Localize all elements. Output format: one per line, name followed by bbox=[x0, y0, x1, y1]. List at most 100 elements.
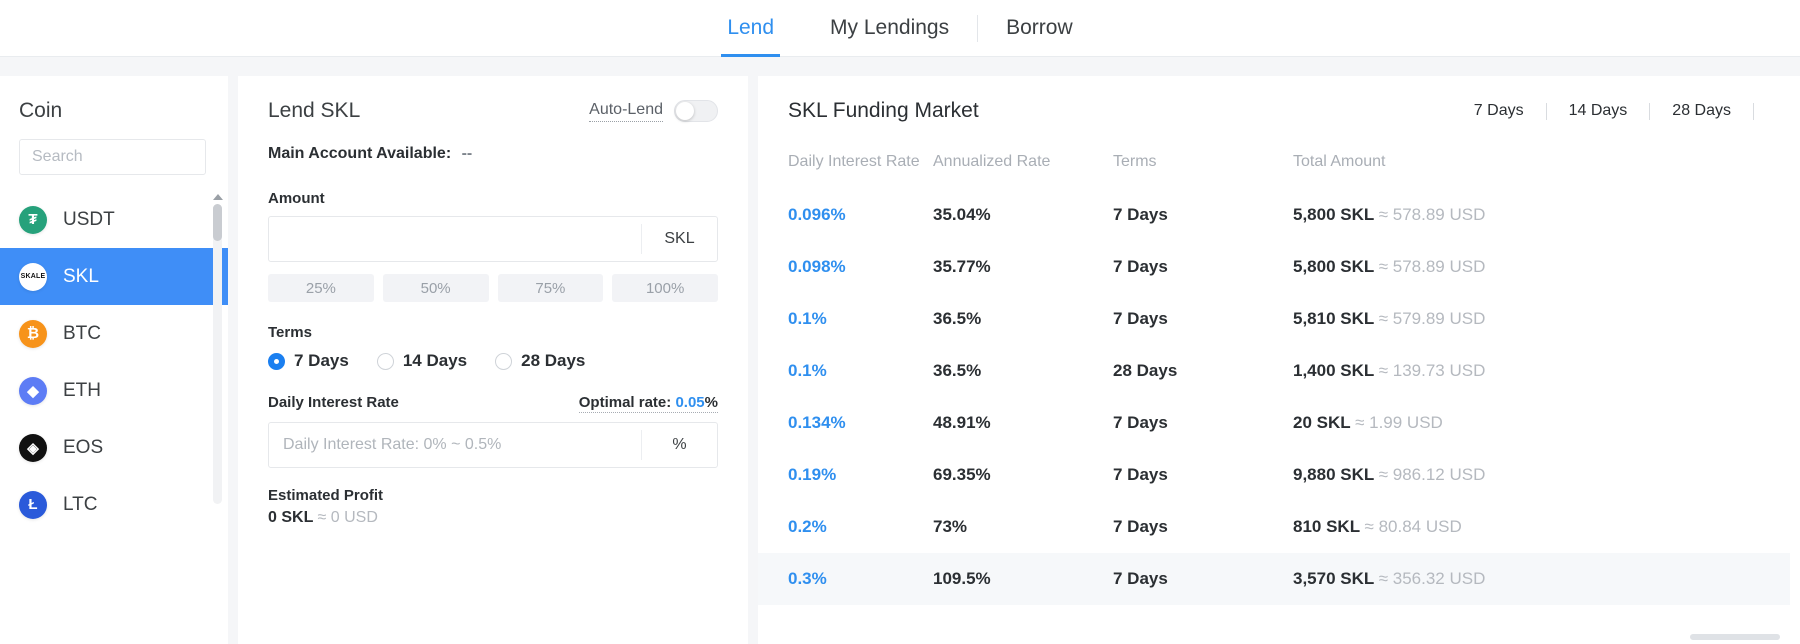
radio-icon[interactable] bbox=[377, 353, 394, 370]
radio-icon[interactable] bbox=[268, 353, 285, 370]
tab-my-lendings-label: My Lendings bbox=[830, 16, 949, 40]
percent-25-button[interactable]: 25% bbox=[268, 274, 374, 302]
tab-borrow[interactable]: Borrow bbox=[978, 0, 1101, 57]
profit-usd: ≈ 0 USD bbox=[318, 509, 378, 526]
column-daily-interest-rate: Daily Interest Rate bbox=[758, 153, 933, 189]
table-row[interactable]: 0.3% 109.5% 7 Days 3,570 SKL ≈ 356.32 US… bbox=[758, 553, 1790, 605]
sidebar-scrollbar[interactable] bbox=[213, 204, 222, 504]
cell-total-amount: 5,800 SKL ≈ 578.89 USD bbox=[1293, 189, 1790, 241]
tab-list: Lend My Lendings Borrow bbox=[699, 0, 1100, 57]
amount-usd: ≈ 579.89 USD bbox=[1379, 309, 1486, 328]
radio-icon[interactable] bbox=[495, 353, 512, 370]
auto-lend-toggle[interactable] bbox=[674, 100, 718, 122]
percent-100-button[interactable]: 100% bbox=[612, 274, 718, 302]
auto-lend-label[interactable]: Auto-Lend bbox=[589, 101, 663, 122]
table-row[interactable]: 0.1% 36.5% 28 Days 1,400 SKL ≈ 139.73 US… bbox=[758, 345, 1790, 397]
percent-50-button[interactable]: 50% bbox=[383, 274, 489, 302]
market-horizontal-scrollbar[interactable] bbox=[1690, 634, 1780, 640]
cell-total-amount: 810 SKL ≈ 80.84 USD bbox=[1293, 501, 1790, 553]
column-annualized-rate: Annualized Rate bbox=[933, 153, 1113, 189]
cell-total-amount: 20 SKL ≈ 1.99 USD bbox=[1293, 397, 1790, 449]
sidebar-item-usdt[interactable]: ₮ USDT bbox=[0, 191, 228, 248]
cell-daily-rate: 0.096% bbox=[758, 189, 933, 241]
coin-label: SKL bbox=[63, 266, 99, 288]
sidebar-title: Coin bbox=[0, 76, 228, 123]
percent-button-row: 25% 50% 75% 100% bbox=[268, 274, 718, 302]
table-row[interactable]: 0.2% 73% 7 Days 810 SKL ≈ 80.84 USD bbox=[758, 501, 1790, 553]
market-title: SKL Funding Market bbox=[788, 99, 979, 123]
amount-value: 810 SKL bbox=[1293, 517, 1360, 536]
table-row[interactable]: 0.098% 35.77% 7 Days 5,800 SKL ≈ 578.89 … bbox=[758, 241, 1790, 293]
day-filter-group: 7 Days 14 Days 28 Days bbox=[1452, 102, 1754, 120]
search-input[interactable] bbox=[19, 139, 206, 175]
scroll-up-arrow-icon[interactable] bbox=[213, 194, 223, 200]
cell-annual-rate: 73% bbox=[933, 501, 1113, 553]
cell-daily-rate: 0.134% bbox=[758, 397, 933, 449]
sidebar-scrollbar-thumb[interactable] bbox=[213, 204, 222, 241]
eth-icon: ◆ bbox=[19, 377, 47, 405]
coin-label: USDT bbox=[63, 209, 115, 231]
optimal-rate-value: 0.05 bbox=[675, 394, 704, 411]
eos-icon: ◈ bbox=[19, 434, 47, 462]
ltc-icon: Ł bbox=[19, 491, 47, 519]
table-header-row: Daily Interest Rate Annualized Rate Term… bbox=[758, 153, 1790, 189]
tab-my-lendings[interactable]: My Lendings bbox=[802, 0, 977, 57]
tab-lend-label: Lend bbox=[727, 16, 774, 40]
day-filter-7[interactable]: 7 Days bbox=[1452, 102, 1546, 120]
available-label: Main Account Available: bbox=[268, 145, 451, 162]
cell-daily-rate: 0.19% bbox=[758, 449, 933, 501]
amount-value: 5,800 SKL bbox=[1293, 257, 1374, 276]
cell-annual-rate: 35.77% bbox=[933, 241, 1113, 293]
amount-usd: ≈ 986.12 USD bbox=[1379, 465, 1486, 484]
cell-total-amount: 9,880 SKL ≈ 986.12 USD bbox=[1293, 449, 1790, 501]
cell-terms: 7 Days bbox=[1113, 397, 1293, 449]
day-filter-28[interactable]: 28 Days bbox=[1650, 102, 1753, 120]
amount-input[interactable] bbox=[269, 217, 641, 261]
amount-usd: ≈ 578.89 USD bbox=[1379, 205, 1486, 224]
tab-borrow-label: Borrow bbox=[1006, 16, 1073, 40]
term-option-7-days[interactable]: 7 Days bbox=[268, 351, 349, 371]
page-title: Lend SKL bbox=[268, 99, 360, 123]
lend-panel-header: Lend SKL Auto-Lend bbox=[268, 99, 718, 123]
amount-usd: ≈ 80.84 USD bbox=[1365, 517, 1462, 536]
cell-total-amount: 5,810 SKL ≈ 579.89 USD bbox=[1293, 293, 1790, 345]
btc-icon: ₿ bbox=[19, 320, 47, 348]
table-row[interactable]: 0.1% 36.5% 7 Days 5,810 SKL ≈ 579.89 USD bbox=[758, 293, 1790, 345]
sidebar-item-skl[interactable]: SKALE SKL bbox=[0, 248, 228, 305]
term-option-28-days[interactable]: 28 Days bbox=[495, 351, 585, 371]
table-row[interactable]: 0.19% 69.35% 7 Days 9,880 SKL ≈ 986.12 U… bbox=[758, 449, 1790, 501]
terms-label: Terms bbox=[268, 324, 718, 341]
table-row[interactable]: 0.134% 48.91% 7 Days 20 SKL ≈ 1.99 USD bbox=[758, 397, 1790, 449]
coin-label: EOS bbox=[63, 437, 103, 459]
lend-panel: Lend SKL Auto-Lend Main Account Availabl… bbox=[238, 76, 748, 644]
term-label: 7 Days bbox=[294, 351, 349, 371]
tab-lend[interactable]: Lend bbox=[699, 0, 802, 57]
sidebar-item-ltc[interactable]: Ł LTC bbox=[0, 476, 228, 533]
amount-value: 1,400 SKL bbox=[1293, 361, 1374, 380]
cell-annual-rate: 69.35% bbox=[933, 449, 1113, 501]
term-option-14-days[interactable]: 14 Days bbox=[377, 351, 467, 371]
right-edge-spacer bbox=[1790, 76, 1800, 644]
table-header: Daily Interest Rate Annualized Rate Term… bbox=[758, 153, 1790, 189]
funding-market-table: Daily Interest Rate Annualized Rate Term… bbox=[758, 153, 1790, 605]
cell-total-amount: 1,400 SKL ≈ 139.73 USD bbox=[1293, 345, 1790, 397]
cell-annual-rate: 48.91% bbox=[933, 397, 1113, 449]
daily-rate-header: Daily Interest Rate Optimal rate: 0.05% bbox=[268, 394, 718, 413]
amount-value: 20 SKL bbox=[1293, 413, 1350, 432]
day-filter-14[interactable]: 14 Days bbox=[1547, 102, 1650, 120]
sidebar-item-eos[interactable]: ◈ EOS bbox=[0, 419, 228, 476]
daily-rate-input[interactable] bbox=[269, 423, 641, 467]
table-row[interactable]: 0.096% 35.04% 7 Days 5,800 SKL ≈ 578.89 … bbox=[758, 189, 1790, 241]
percent-75-button[interactable]: 75% bbox=[498, 274, 604, 302]
sidebar-item-btc[interactable]: ₿ BTC bbox=[0, 305, 228, 362]
main-account-available: Main Account Available: -- bbox=[268, 145, 718, 163]
filter-divider bbox=[1753, 103, 1754, 120]
available-value: -- bbox=[462, 145, 473, 162]
page-body: Coin ₮ USDT SKALE SKL ₿ BTC ◆ ETH ◈ bbox=[0, 57, 1800, 644]
optimal-rate[interactable]: Optimal rate: 0.05% bbox=[579, 394, 718, 413]
amount-usd: ≈ 356.32 USD bbox=[1379, 569, 1486, 588]
daily-rate-label: Daily Interest Rate bbox=[268, 394, 399, 411]
cell-daily-rate: 0.3% bbox=[758, 553, 933, 605]
sidebar-item-eth[interactable]: ◆ ETH bbox=[0, 362, 228, 419]
estimated-profit-value: 0 SKL ≈ 0 USD bbox=[268, 509, 718, 527]
